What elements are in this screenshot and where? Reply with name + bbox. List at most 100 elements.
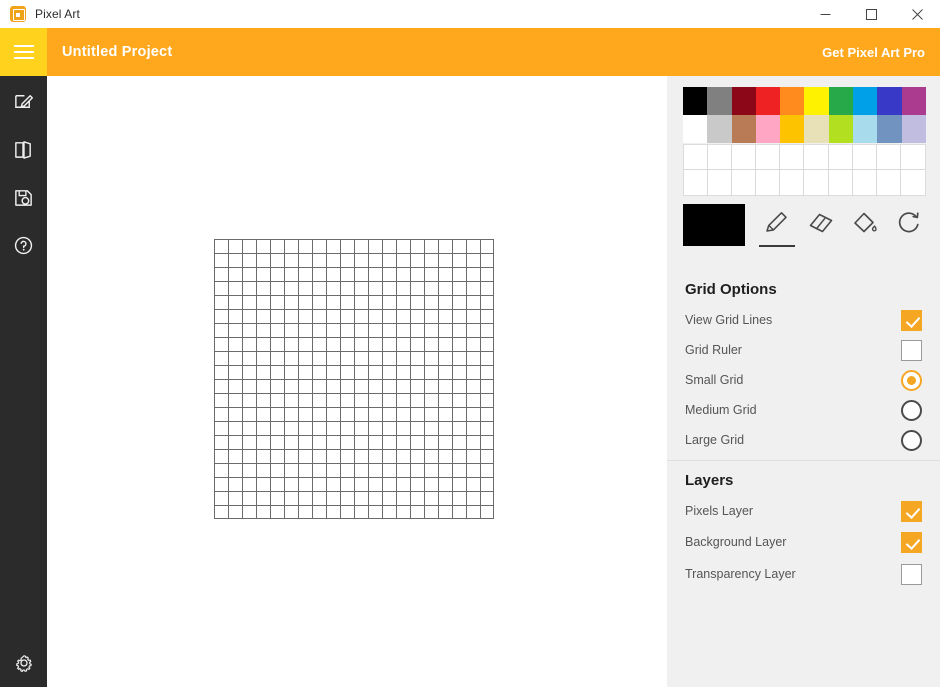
close-icon[interactable] [894,0,940,28]
custom-color-slot[interactable] [876,145,901,170]
right-panel: Grid Options View Grid Lines Grid Ruler … [667,76,940,687]
small-grid-radio[interactable] [901,369,922,391]
option-large-grid[interactable]: Large Grid [685,425,922,455]
palette-swatch[interactable] [755,87,781,115]
option-label: Background Layer [685,535,787,549]
palette-swatch[interactable] [707,87,732,115]
custom-color-slot[interactable] [684,170,709,195]
question-circle-icon [13,235,34,256]
custom-color-slot[interactable] [876,170,901,195]
custom-color-slot[interactable] [804,170,829,195]
reset-tool[interactable] [887,204,931,250]
fill-tool[interactable] [843,204,887,250]
grid-ruler-checkbox[interactable] [901,339,922,361]
option-transparency-layer[interactable]: Transparency Layer [685,559,922,589]
palette-swatch[interactable] [755,115,781,143]
rail-item-save-project[interactable] [0,173,47,221]
custom-color-slot[interactable] [732,145,757,170]
get-pro-button[interactable]: Get Pixel Art Pro [822,28,925,76]
pencil-tool[interactable] [755,204,799,250]
rail-item-settings[interactable] [0,639,47,687]
custom-color-slot[interactable] [828,170,853,195]
option-small-grid[interactable]: Small Grid [685,365,922,395]
palette-swatch[interactable] [804,87,829,115]
custom-color-slot[interactable] [684,145,709,170]
palette-swatch[interactable] [901,115,926,143]
background-layer-checkbox[interactable] [901,531,922,553]
palette-swatch[interactable] [731,115,756,143]
custom-color-slot[interactable] [708,145,733,170]
palette-swatch[interactable] [877,87,902,115]
option-medium-grid[interactable]: Medium Grid [685,395,922,425]
minimize-icon[interactable] [802,0,848,28]
rail-item-help[interactable] [0,221,47,269]
option-view-grid-lines[interactable]: View Grid Lines [685,305,922,335]
gear-icon [13,652,35,674]
palette-swatch[interactable] [901,87,926,115]
custom-color-slot[interactable] [804,145,829,170]
custom-color-slot[interactable] [780,145,805,170]
option-grid-ruler[interactable]: Grid Ruler [685,335,922,365]
palette-swatch[interactable] [853,115,878,143]
window-title: Pixel Art [35,7,80,21]
palette-row-2 [683,115,926,143]
window-controls [802,0,940,28]
custom-color-slot[interactable] [732,170,757,195]
rail-item-new-project[interactable] [0,77,47,125]
option-background-layer[interactable]: Background Layer [685,527,922,557]
grid-options-title: Grid Options [685,281,777,298]
custom-color-slot[interactable] [756,170,781,195]
large-grid-radio[interactable] [901,429,922,451]
palette-swatch[interactable] [877,115,902,143]
palette-swatch[interactable] [828,115,854,143]
custom-color-slot[interactable] [852,170,877,195]
custom-color-slot[interactable] [852,145,877,170]
custom-color-slot[interactable] [780,170,805,195]
eraser-tool[interactable] [799,204,843,250]
canvas-area [47,76,667,687]
maximize-icon[interactable] [848,0,894,28]
palette-swatch[interactable] [804,115,829,143]
option-label: Medium Grid [685,403,757,417]
palette-row-1 [683,87,926,115]
color-palette [683,87,926,143]
custom-color-slot[interactable] [756,145,781,170]
transparency-layer-checkbox[interactable] [901,563,922,585]
refresh-icon [894,208,924,238]
custom-color-slot[interactable] [900,170,925,195]
pixel-grid-canvas[interactable] [214,239,494,519]
palette-swatch[interactable] [780,115,805,143]
section-divider [667,460,940,461]
hamburger-menu-icon[interactable] [0,28,47,76]
floppy-save-icon [13,187,34,208]
current-color-swatch[interactable] [683,204,745,246]
custom-color-slots [683,144,926,196]
app-header: Untitled Project Get Pixel Art Pro [0,28,940,76]
pencil-icon [762,208,792,238]
palette-swatch[interactable] [707,115,732,143]
custom-slot-row [684,170,925,195]
palette-swatch[interactable] [731,87,756,115]
custom-color-slot[interactable] [708,170,733,195]
option-label: Grid Ruler [685,343,742,357]
palette-swatch[interactable] [853,87,878,115]
pixel-art-window: Pixel Art Untitled Project Get Pixel Art… [0,0,940,687]
pixels-layer-checkbox[interactable] [901,500,922,522]
page-title: Untitled Project [62,44,173,60]
custom-color-slot[interactable] [900,145,925,170]
title-bar: Pixel Art [0,0,940,28]
palette-swatch[interactable] [828,87,854,115]
custom-slot-row [684,145,925,170]
option-pixels-layer[interactable]: Pixels Layer [685,496,922,526]
pixel-art-app-icon [10,6,26,22]
paint-bucket-icon [850,208,880,238]
palette-swatch[interactable] [683,87,708,115]
rail-item-open-project[interactable] [0,125,47,173]
tool-bar [683,204,926,250]
custom-color-slot[interactable] [828,145,853,170]
medium-grid-radio[interactable] [901,399,922,421]
palette-swatch[interactable] [683,115,708,143]
palette-swatch[interactable] [780,87,805,115]
view-grid-lines-checkbox[interactable] [901,309,922,331]
book-open-icon [13,139,34,160]
